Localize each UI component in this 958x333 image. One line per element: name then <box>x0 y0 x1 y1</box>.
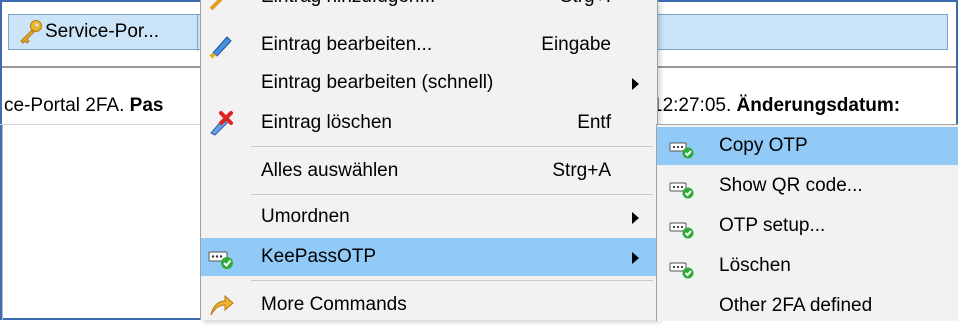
details-left-bold: Pas <box>129 95 164 116</box>
menu-item-more-commands[interactable]: More Commands <box>201 286 657 324</box>
menu-item-shortcut: Entf <box>577 112 611 133</box>
menu-item-shortcut: Strg+I <box>560 0 611 16</box>
submenu-item-label: Copy OTP <box>719 135 808 156</box>
submenu-item-label: Löschen <box>719 255 791 276</box>
details-right-text: 12:27:05. <box>652 95 732 116</box>
submenu-item-delete-otp[interactable]: Löschen <box>657 247 958 285</box>
otp-icon <box>669 216 695 239</box>
menu-item-shortcut: Eingabe <box>541 34 611 55</box>
details-edge <box>2 124 3 320</box>
otp-icon <box>207 243 235 271</box>
keepassotp-submenu: Copy OTP Show QR code... OTP setup... Lö… <box>656 124 958 321</box>
menu-item-label: Umordnen <box>261 206 350 227</box>
details-left-text: ce-Portal 2FA. <box>4 95 125 116</box>
menu-item-quick-edit[interactable]: Eintrag bearbeiten (schnell) <box>201 64 657 102</box>
menu-item-select-all[interactable]: Alles auswählen Strg+A <box>201 152 657 190</box>
submenu-arrow-icon <box>632 212 639 224</box>
menu-item-label: Eintrag löschen <box>261 112 392 133</box>
menu-item-label: Eintrag hinzufügen... <box>261 0 435 16</box>
details-text-right: 12:27:05. Änderungsdatum: <box>652 94 900 118</box>
submenu-item-label: OTP setup... <box>719 215 826 236</box>
submenu-item-label: Other 2FA defined <box>719 295 873 316</box>
menu-separator <box>251 194 653 195</box>
submenu-item-other-2fa[interactable]: Other 2FA defined <box>657 287 958 325</box>
pencil-icon <box>207 31 235 59</box>
column-divider <box>197 15 198 51</box>
submenu-arrow-icon <box>632 78 639 90</box>
menu-item-label: Eintrag bearbeiten... <box>261 34 433 55</box>
submenu-arrow-icon <box>632 252 639 264</box>
menu-item-label: Alles auswählen <box>261 160 399 181</box>
menu-item-label: KeePassOTP <box>261 246 377 267</box>
arrow-icon <box>207 291 235 319</box>
menu-item-keepassotp[interactable]: KeePassOTP <box>201 238 657 276</box>
details-text-left: ce-Portal 2FA. Pas <box>4 94 163 118</box>
context-menu: Eintrag hinzufügen... Strg+I Eintrag bea… <box>200 0 658 320</box>
menu-item-delete-entry[interactable]: Eintrag löschen Entf <box>201 104 657 142</box>
submenu-item-copy-otp[interactable]: Copy OTP <box>657 127 958 165</box>
menu-separator <box>251 146 653 147</box>
menu-item-reorder[interactable]: Umordnen <box>201 198 657 236</box>
submenu-item-label: Show QR code... <box>719 175 863 196</box>
menu-item-label: Eintrag bearbeiten (schnell) <box>261 72 494 93</box>
entry-title: Service-Por... <box>45 21 160 42</box>
submenu-item-otp-setup[interactable]: OTP setup... <box>657 207 958 245</box>
submenu-item-show-qr[interactable]: Show QR code... <box>657 167 958 205</box>
key-icon <box>17 19 43 45</box>
menu-item-label: More Commands <box>261 294 407 315</box>
otp-icon <box>669 136 695 159</box>
details-right-bold: Änderungsdatum: <box>736 95 901 116</box>
menu-separator <box>251 280 653 281</box>
menu-item-shortcut: Strg+A <box>552 160 611 181</box>
menu-item-edit-entry[interactable]: Eintrag bearbeiten... Eingabe <box>201 26 657 64</box>
otp-icon <box>669 256 695 279</box>
key-add-icon <box>207 0 235 11</box>
otp-icon <box>669 176 695 199</box>
menu-item-add-entry[interactable]: Eintrag hinzufügen... Strg+I <box>201 0 657 16</box>
delete-icon <box>207 109 235 137</box>
